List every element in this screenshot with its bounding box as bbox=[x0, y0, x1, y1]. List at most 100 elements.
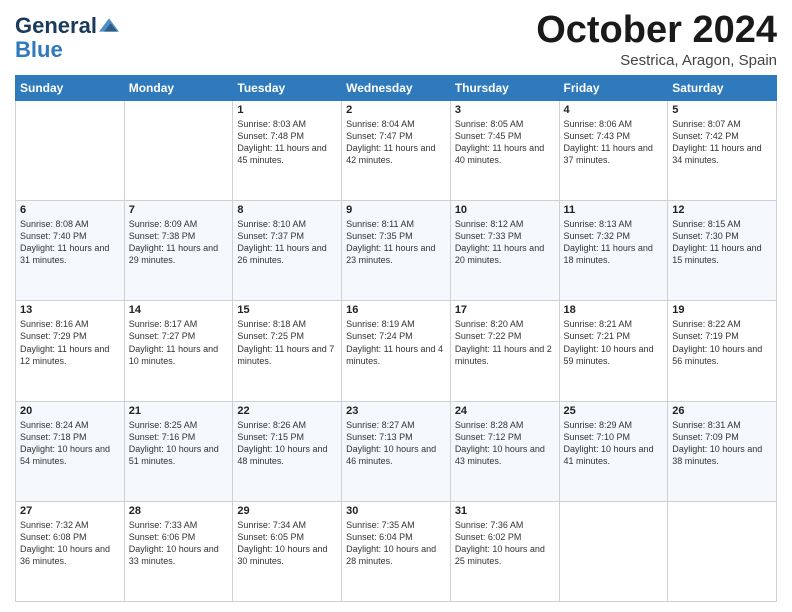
cell-info: Sunrise: 8:07 AMSunset: 7:42 PMDaylight:… bbox=[672, 118, 772, 167]
day-number: 2 bbox=[346, 104, 446, 116]
calendar-cell: 29 Sunrise: 7:34 AMSunset: 6:05 PMDayligh… bbox=[233, 501, 342, 601]
day-number: 21 bbox=[129, 405, 229, 417]
logo-text-general: General bbox=[15, 14, 97, 38]
cell-info: Sunrise: 8:19 AMSunset: 7:24 PMDaylight:… bbox=[346, 318, 446, 367]
calendar-cell: 19 Sunrise: 8:22 AMSunset: 7:19 PMDayligh… bbox=[668, 301, 777, 401]
cell-info: Sunrise: 8:16 AMSunset: 7:29 PMDaylight:… bbox=[20, 318, 120, 367]
day-number: 15 bbox=[237, 304, 337, 316]
day-number: 9 bbox=[346, 204, 446, 216]
calendar-cell: 22Sunrise: 8:26 AMSunset: 7:15 PMDayligh… bbox=[233, 401, 342, 501]
day-number: 4 bbox=[564, 104, 664, 116]
weekday-header-sunday: Sunday bbox=[16, 75, 125, 100]
day-number: 20 bbox=[20, 405, 120, 417]
day-number: 6 bbox=[20, 204, 120, 216]
cell-info: Sunrise: 8:20 AMSunset: 7:22 PMDaylight:… bbox=[455, 318, 555, 367]
calendar-cell: 13 Sunrise: 8:16 AMSunset: 7:29 PMDayligh… bbox=[16, 301, 125, 401]
day-number: 25 bbox=[564, 405, 664, 417]
calendar-cell: 23 Sunrise: 8:27 AMSunset: 7:13 PMDayligh… bbox=[342, 401, 451, 501]
cell-info: Sunrise: 8:18 AMSunset: 7:25 PMDaylight:… bbox=[237, 318, 337, 367]
cell-info: Sunrise: 8:31 AMSunset: 7:09 PMDaylight:… bbox=[672, 419, 772, 468]
weekday-header-tuesday: Tuesday bbox=[233, 75, 342, 100]
cell-info: Sunrise: 8:10 AMSunset: 7:37 PMDaylight:… bbox=[237, 218, 337, 267]
cell-info: Sunrise: 8:05 AMSunset: 7:45 PMDaylight:… bbox=[455, 118, 555, 167]
calendar-cell: 1 Sunrise: 8:03 AMSunset: 7:48 PMDaylight… bbox=[233, 100, 342, 200]
calendar-cell: 2 Sunrise: 8:04 AMSunset: 7:47 PMDaylight… bbox=[342, 100, 451, 200]
cell-info: Sunrise: 7:35 AMSunset: 6:04 PMDaylight:… bbox=[346, 519, 446, 568]
cell-info: Sunrise: 8:29 AMSunset: 7:10 PMDaylight:… bbox=[564, 419, 664, 468]
cell-info: Sunrise: 7:33 AMSunset: 6:06 PMDaylight:… bbox=[129, 519, 229, 568]
day-number: 12 bbox=[672, 204, 772, 216]
day-number: 18 bbox=[564, 304, 664, 316]
calendar-cell: 17Sunrise: 8:20 AMSunset: 7:22 PMDayligh… bbox=[450, 301, 559, 401]
calendar-cell: 16 Sunrise: 8:19 AMSunset: 7:24 PMDayligh… bbox=[342, 301, 451, 401]
day-number: 13 bbox=[20, 304, 120, 316]
location-subtitle: Sestrica, Aragon, Spain bbox=[536, 52, 777, 69]
calendar-week-5: 27Sunrise: 7:32 AMSunset: 6:08 PMDayligh… bbox=[16, 501, 777, 601]
weekday-header-wednesday: Wednesday bbox=[342, 75, 451, 100]
calendar-cell: 12 Sunrise: 8:15 AMSunset: 7:30 PMDayligh… bbox=[668, 201, 777, 301]
calendar-week-2: 6 Sunrise: 8:08 AMSunset: 7:40 PMDaylight… bbox=[16, 201, 777, 301]
calendar-cell: 30 Sunrise: 7:35 AMSunset: 6:04 PMDayligh… bbox=[342, 501, 451, 601]
calendar-cell: 15 Sunrise: 8:18 AMSunset: 7:25 PMDayligh… bbox=[233, 301, 342, 401]
weekday-header-saturday: Saturday bbox=[668, 75, 777, 100]
cell-info: Sunrise: 8:28 AMSunset: 7:12 PMDaylight:… bbox=[455, 419, 555, 468]
cell-info: Sunrise: 7:36 AMSunset: 6:02 PMDaylight:… bbox=[455, 519, 555, 568]
day-number: 22 bbox=[237, 405, 337, 417]
calendar-cell bbox=[559, 501, 668, 601]
calendar-cell bbox=[668, 501, 777, 601]
day-number: 19 bbox=[672, 304, 772, 316]
logo-icon bbox=[99, 15, 119, 35]
day-number: 24 bbox=[455, 405, 555, 417]
calendar-cell: 5 Sunrise: 8:07 AMSunset: 7:42 PMDaylight… bbox=[668, 100, 777, 200]
cell-info: Sunrise: 8:08 AMSunset: 7:40 PMDaylight:… bbox=[20, 218, 120, 267]
day-number: 1 bbox=[237, 104, 337, 116]
cell-info: Sunrise: 7:32 AMSunset: 6:08 PMDaylight:… bbox=[20, 519, 120, 568]
cell-info: Sunrise: 8:04 AMSunset: 7:47 PMDaylight:… bbox=[346, 118, 446, 167]
calendar-cell: 27Sunrise: 7:32 AMSunset: 6:08 PMDayligh… bbox=[16, 501, 125, 601]
title-block: October 2024 Sestrica, Aragon, Spain bbox=[536, 10, 777, 69]
weekday-header-monday: Monday bbox=[124, 75, 233, 100]
logo: General Blue bbox=[15, 14, 119, 62]
calendar-week-3: 13 Sunrise: 8:16 AMSunset: 7:29 PMDayligh… bbox=[16, 301, 777, 401]
calendar-cell: 24 Sunrise: 8:28 AMSunset: 7:12 PMDayligh… bbox=[450, 401, 559, 501]
calendar-week-4: 20Sunrise: 8:24 AMSunset: 7:18 PMDayligh… bbox=[16, 401, 777, 501]
cell-info: Sunrise: 8:21 AMSunset: 7:21 PMDaylight:… bbox=[564, 318, 664, 367]
cell-info: Sunrise: 8:15 AMSunset: 7:30 PMDaylight:… bbox=[672, 218, 772, 267]
day-number: 14 bbox=[129, 304, 229, 316]
day-number: 26 bbox=[672, 405, 772, 417]
cell-info: Sunrise: 8:03 AMSunset: 7:48 PMDaylight:… bbox=[237, 118, 337, 167]
cell-info: Sunrise: 8:06 AMSunset: 7:43 PMDaylight:… bbox=[564, 118, 664, 167]
day-number: 29 bbox=[237, 505, 337, 517]
cell-info: Sunrise: 8:22 AMSunset: 7:19 PMDaylight:… bbox=[672, 318, 772, 367]
day-number: 31 bbox=[455, 505, 555, 517]
month-title: October 2024 bbox=[536, 10, 777, 52]
weekday-header-friday: Friday bbox=[559, 75, 668, 100]
day-number: 16 bbox=[346, 304, 446, 316]
cell-info: Sunrise: 8:13 AMSunset: 7:32 PMDaylight:… bbox=[564, 218, 664, 267]
calendar-cell bbox=[16, 100, 125, 200]
cell-info: Sunrise: 8:17 AMSunset: 7:27 PMDaylight:… bbox=[129, 318, 229, 367]
cell-info: Sunrise: 8:11 AMSunset: 7:35 PMDaylight:… bbox=[346, 218, 446, 267]
header: General Blue October 2024 Sestrica, Arag… bbox=[15, 10, 777, 69]
calendar-cell: 14 Sunrise: 8:17 AMSunset: 7:27 PMDayligh… bbox=[124, 301, 233, 401]
calendar-cell: 25 Sunrise: 8:29 AMSunset: 7:10 PMDayligh… bbox=[559, 401, 668, 501]
weekday-header-thursday: Thursday bbox=[450, 75, 559, 100]
day-number: 8 bbox=[237, 204, 337, 216]
cell-info: Sunrise: 8:27 AMSunset: 7:13 PMDaylight:… bbox=[346, 419, 446, 468]
calendar-cell: 7Sunrise: 8:09 AMSunset: 7:38 PMDaylight… bbox=[124, 201, 233, 301]
calendar-cell: 8 Sunrise: 8:10 AMSunset: 7:37 PMDaylight… bbox=[233, 201, 342, 301]
calendar-cell: 3Sunrise: 8:05 AMSunset: 7:45 PMDaylight… bbox=[450, 100, 559, 200]
day-number: 11 bbox=[564, 204, 664, 216]
logo-text-blue: Blue bbox=[15, 37, 63, 62]
day-number: 28 bbox=[129, 505, 229, 517]
calendar-cell: 10Sunrise: 8:12 AMSunset: 7:33 PMDayligh… bbox=[450, 201, 559, 301]
day-number: 23 bbox=[346, 405, 446, 417]
calendar-cell: 21Sunrise: 8:25 AMSunset: 7:16 PMDayligh… bbox=[124, 401, 233, 501]
calendar-cell: 18 Sunrise: 8:21 AMSunset: 7:21 PMDayligh… bbox=[559, 301, 668, 401]
calendar-cell: 6 Sunrise: 8:08 AMSunset: 7:40 PMDaylight… bbox=[16, 201, 125, 301]
day-number: 30 bbox=[346, 505, 446, 517]
calendar-cell: 26 Sunrise: 8:31 AMSunset: 7:09 PMDayligh… bbox=[668, 401, 777, 501]
day-number: 5 bbox=[672, 104, 772, 116]
cell-info: Sunrise: 7:34 AMSunset: 6:05 PMDaylight:… bbox=[237, 519, 337, 568]
calendar-cell bbox=[124, 100, 233, 200]
